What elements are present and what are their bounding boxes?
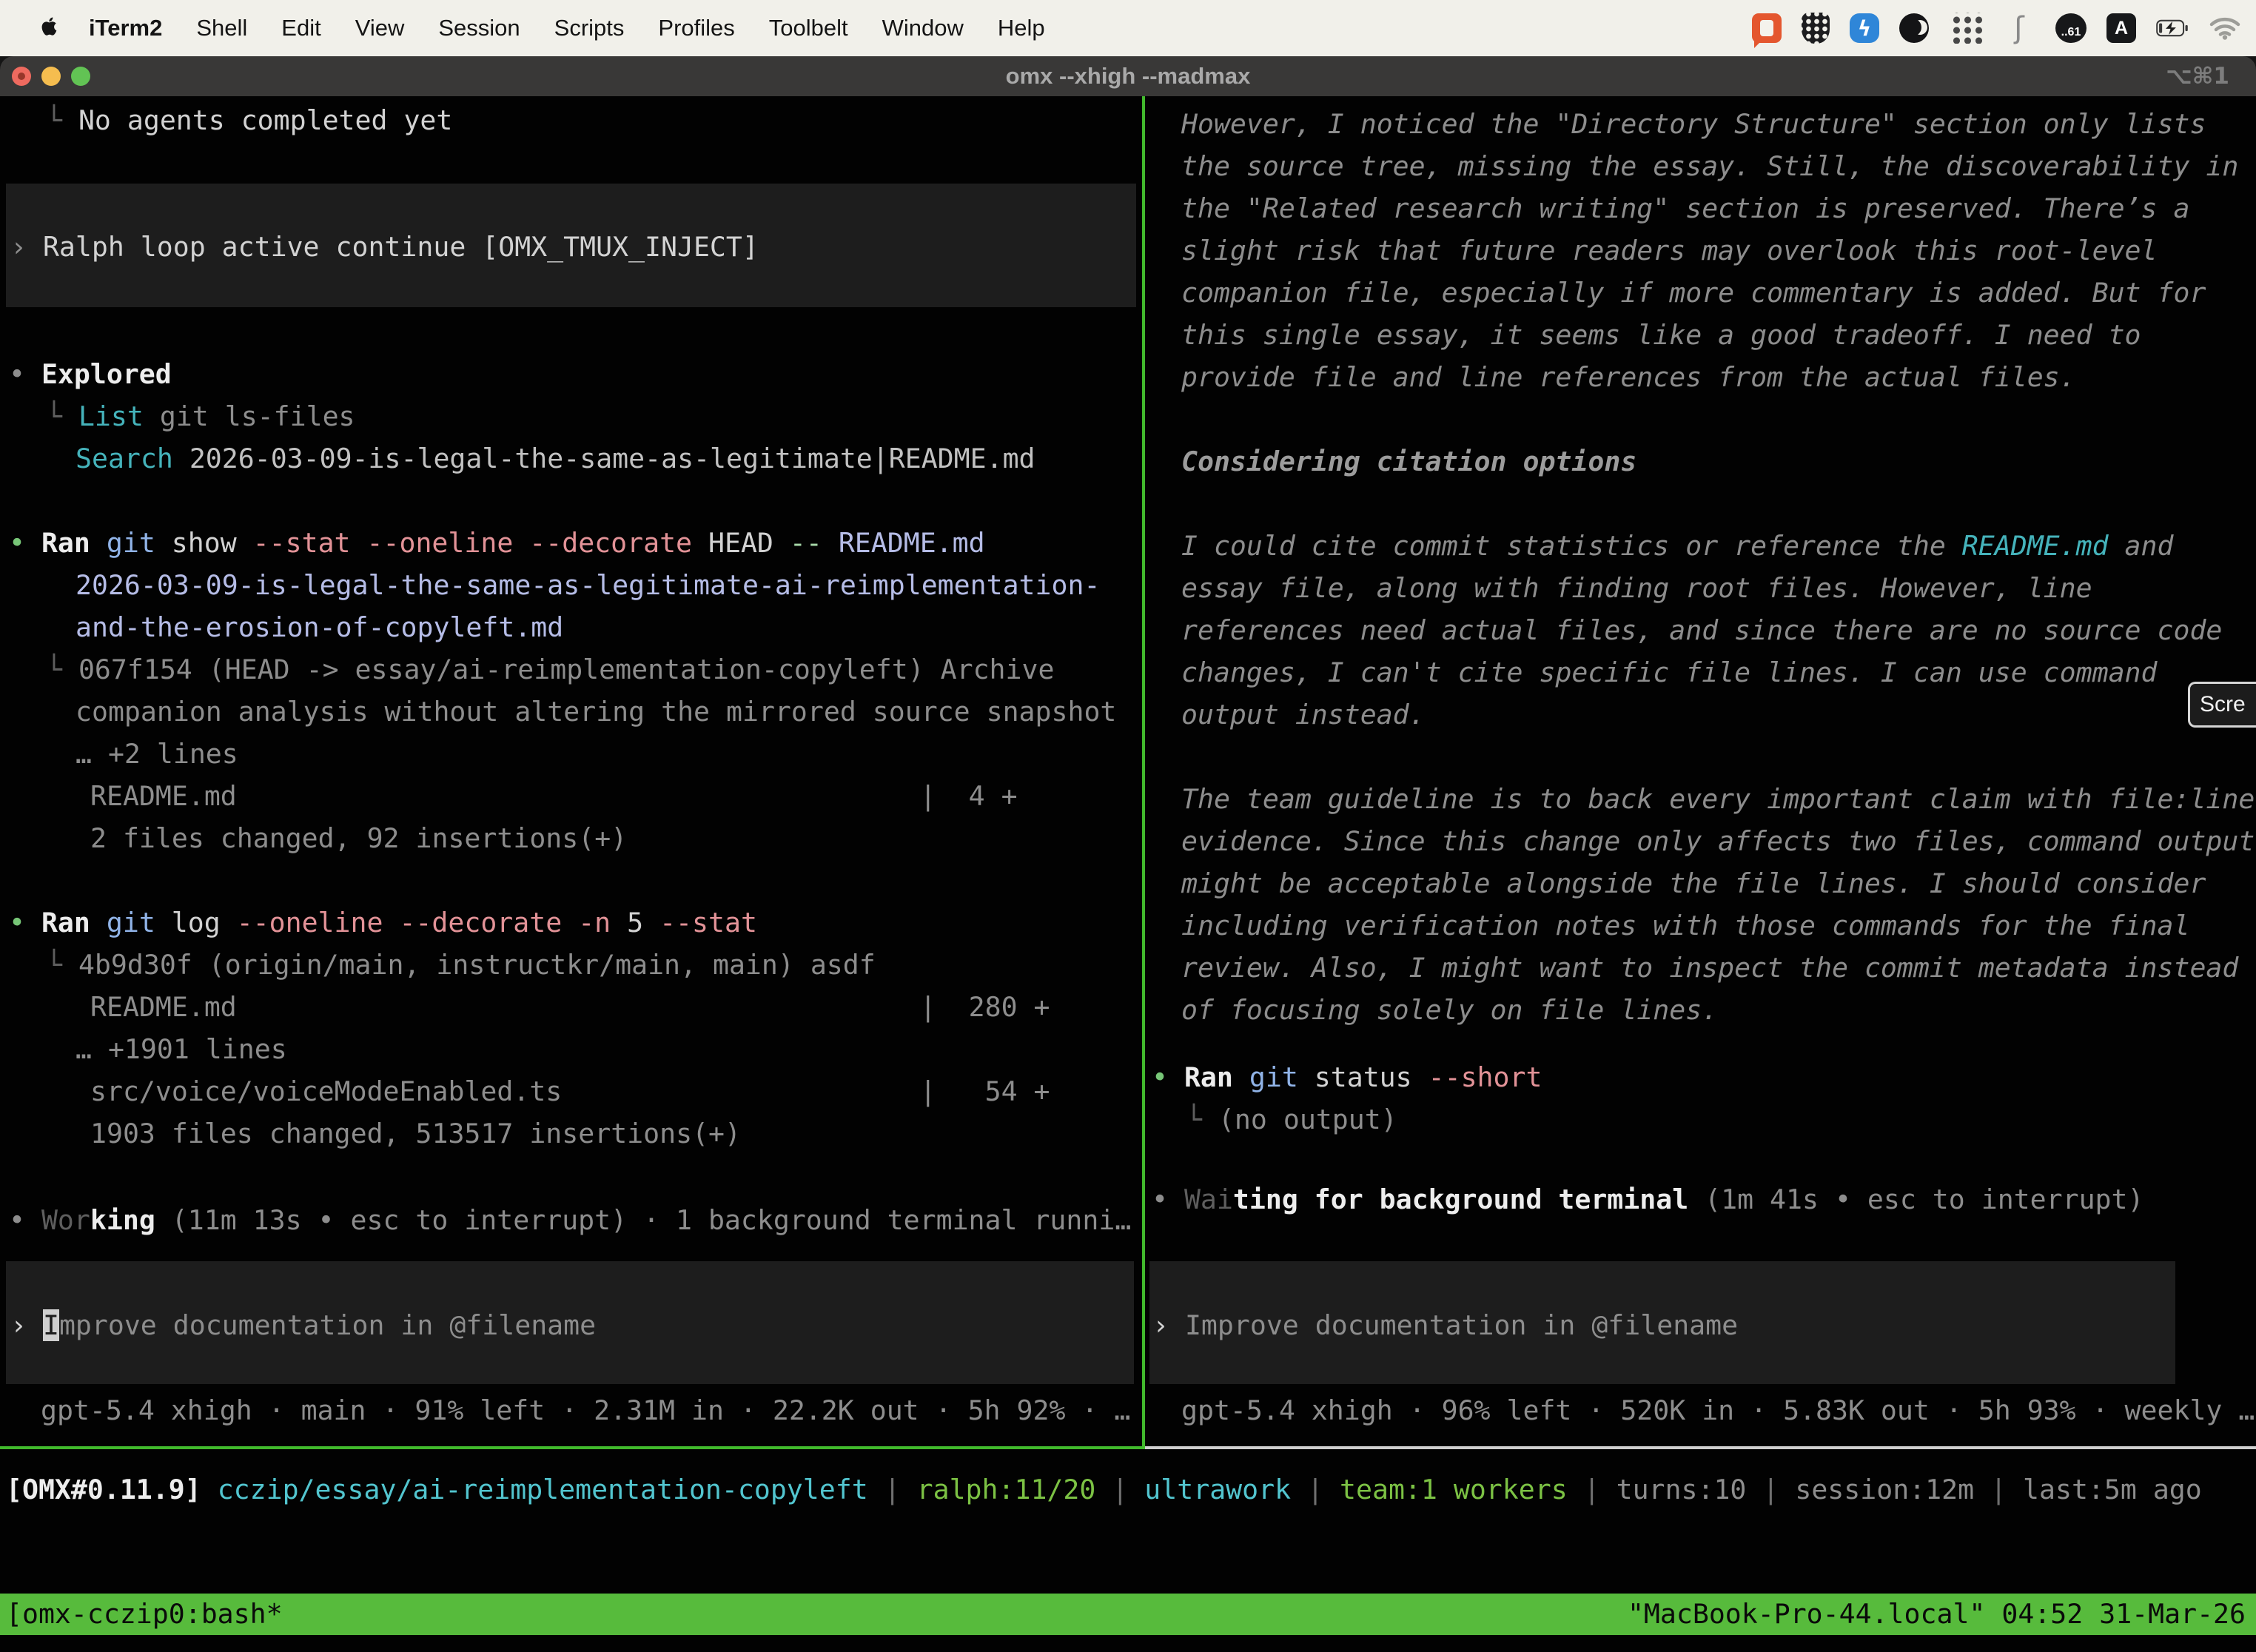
working-status-line: • Working (11m 13s • esc to interrupt) ·… [9, 1199, 1131, 1241]
battery-icon[interactable] [2156, 12, 2189, 44]
thinking-paragraph: slight risk that future readers may over… [1181, 229, 2158, 272]
ran-git-show-line: • Ran git show --stat --oneline --decora… [9, 522, 985, 564]
thinking-paragraph: references need actual files, and since … [1181, 609, 2222, 651]
thinking-paragraph: evidence. Since this change only affects… [1181, 820, 2255, 862]
filename-line: 2026-03-09-is-legal-the-same-as-legitima… [75, 564, 1100, 606]
commit-line: └ 067f154 (HEAD -> essay/ai-reimplementa… [46, 648, 1054, 691]
omx-session-status-line: [OMX#0.11.9] cczip/essay/ai-reimplementa… [6, 1468, 2202, 1511]
diffstat-line: README.md | 4 + [90, 775, 1018, 817]
thinking-paragraph: The team guideline is to back every impo… [1181, 778, 2255, 820]
menu-items: iTerm2 Shell Edit View Session Scripts Profile… [89, 0, 1045, 56]
counter-badge-icon[interactable]: ..61 [2055, 13, 2087, 43]
thinking-heading: Considering citation options [1181, 440, 1636, 483]
thinking-paragraph: including verification notes with those … [1181, 904, 2189, 947]
elision-line: … +2 lines [75, 733, 238, 775]
menu-scripts[interactable]: Scripts [554, 15, 625, 41]
apple-menu-icon[interactable] [40, 15, 61, 40]
window-title: omx --xhigh --madmax [0, 56, 2256, 96]
menu-toolbelt[interactable]: Toolbelt [769, 15, 848, 41]
screen-notification-popup[interactable]: Scre [2188, 682, 2256, 728]
thinking-paragraph: review. Also, I might want to inspect th… [1181, 947, 2238, 989]
menu-window[interactable]: Window [882, 15, 964, 41]
screen: iTerm2 Shell Edit View Session Scripts Profile… [0, 0, 2256, 1652]
squiggle-icon[interactable]: ʃ [2003, 12, 2035, 44]
thinking-paragraph: the source tree, missing the essay. Stil… [1181, 145, 2238, 187]
menu-iterm2[interactable]: iTerm2 [89, 15, 162, 41]
right-pane-border [1145, 1446, 2256, 1449]
filename-line: and-the-erosion-of-copyleft.md [75, 606, 563, 648]
iterm2-window: omx --xhigh --madmax ⌥⌘1 Scre [omx-cczip… [0, 56, 2256, 1652]
ran-git-log-line: • Ran git log --oneline --decorate -n 5 … [9, 901, 757, 944]
left-pane-border [0, 1446, 1142, 1449]
tool-list-line: └ List git ls-files [46, 395, 355, 437]
thinking-paragraph: essay file, along with finding root file… [1181, 567, 2092, 609]
explored-header-line: • Explored [9, 353, 172, 395]
pane-divider[interactable] [1142, 96, 1145, 1449]
diffstat-line: src/voice/voiceModeEnabled.ts | 54 + [90, 1070, 1050, 1112]
hexagon-bolt-icon[interactable]: ϟ [1850, 13, 1879, 43]
agents-status-line: └ No agents completed yet [46, 99, 452, 141]
grid-shield-icon[interactable] [1802, 13, 1830, 44]
disk-icon[interactable] [1899, 13, 1929, 43]
diffstat-line: 1903 files changed, 513517 insertions(+) [90, 1112, 741, 1155]
tmux-session-label: [omx-cczip0:bash* [6, 1594, 283, 1635]
prompt-input-right: › Improve documentation in @filename [1152, 1304, 1738, 1346]
thinking-paragraph: changes, I can't cite specific file line… [1181, 651, 2158, 694]
menu-help[interactable]: Help [998, 15, 1045, 41]
menu-profiles[interactable]: Profiles [658, 15, 734, 41]
model-status-right: gpt-5.4 xhigh · 96% left · 520K in · 5.8… [1181, 1389, 2255, 1431]
diffstat-line: 2 files changed, 92 insertions(+) [90, 817, 627, 859]
macos-menu-bar: iTerm2 Shell Edit View Session Scripts Profile… [0, 0, 2256, 56]
terminal-content[interactable]: Scre [omx-cczip0:bash* "MacBook-Pro-44.l… [0, 96, 2256, 1652]
no-output-line: └ (no output) [1186, 1098, 1397, 1141]
tmux-status-bar: [omx-cczip0:bash* "MacBook-Pro-44.local"… [0, 1594, 2256, 1635]
ran-git-status-line: • Ran git status --short [1152, 1056, 1542, 1098]
diffstat-line: README.md | 280 + [90, 986, 1050, 1028]
waiting-status-line: • Waiting for background terminal (1m 41… [1152, 1178, 2143, 1220]
thinking-paragraph: the "Related research writing" section i… [1181, 187, 2189, 229]
commit-line: companion analysis without altering the … [75, 691, 1116, 733]
model-status-left: gpt-5.4 xhigh · main · 91% left · 2.31M … [41, 1389, 1130, 1431]
letter-a-icon[interactable]: A [2106, 13, 2136, 43]
thinking-paragraph: output instead. [1181, 694, 1426, 736]
injected-prompt-line: › Ralph loop active continue [OMX_TMUX_I… [10, 226, 759, 268]
thinking-paragraph: provide file and line references from th… [1181, 356, 2076, 398]
menu-edit[interactable]: Edit [281, 15, 320, 41]
tmux-host-clock-label: "MacBook-Pro-44.local" 04:52 31-Mar-26 [1628, 1594, 2246, 1635]
commit-line: └ 4b9d30f (origin/main, instructkr/main,… [46, 944, 876, 986]
thinking-paragraph: I could cite commit statistics or refere… [1181, 525, 2173, 567]
window-title-bar[interactable]: omx --xhigh --madmax ⌥⌘1 [0, 56, 2256, 96]
thinking-paragraph: companion file, especially if more comme… [1181, 272, 2206, 314]
menubar-status-icons: ϟ ʃ ..61 A [1752, 0, 2241, 56]
thinking-paragraph: might be acceptable alongside the file l… [1181, 862, 2206, 904]
chat-badge-icon[interactable] [1752, 13, 1782, 43]
dots-grid-icon[interactable] [1949, 13, 1983, 44]
tool-search-line: Search 2026-03-09-is-legal-the-same-as-l… [75, 437, 1035, 480]
thinking-paragraph: of focusing solely on file lines. [1181, 989, 1718, 1031]
window-shortcut-badge: ⌥⌘1 [2166, 56, 2229, 96]
thinking-paragraph: this single essay, it seems like a good … [1181, 314, 2141, 356]
elision-line: … +1901 lines [75, 1028, 287, 1070]
thinking-paragraph: However, I noticed the "Directory Struct… [1181, 103, 2206, 145]
menu-view[interactable]: View [355, 15, 405, 41]
menu-shell[interactable]: Shell [196, 15, 247, 41]
prompt-input-left: › Improve documentation in @filename [10, 1304, 596, 1346]
menu-session[interactable]: Session [438, 15, 520, 41]
wifi-icon[interactable] [2209, 12, 2241, 44]
